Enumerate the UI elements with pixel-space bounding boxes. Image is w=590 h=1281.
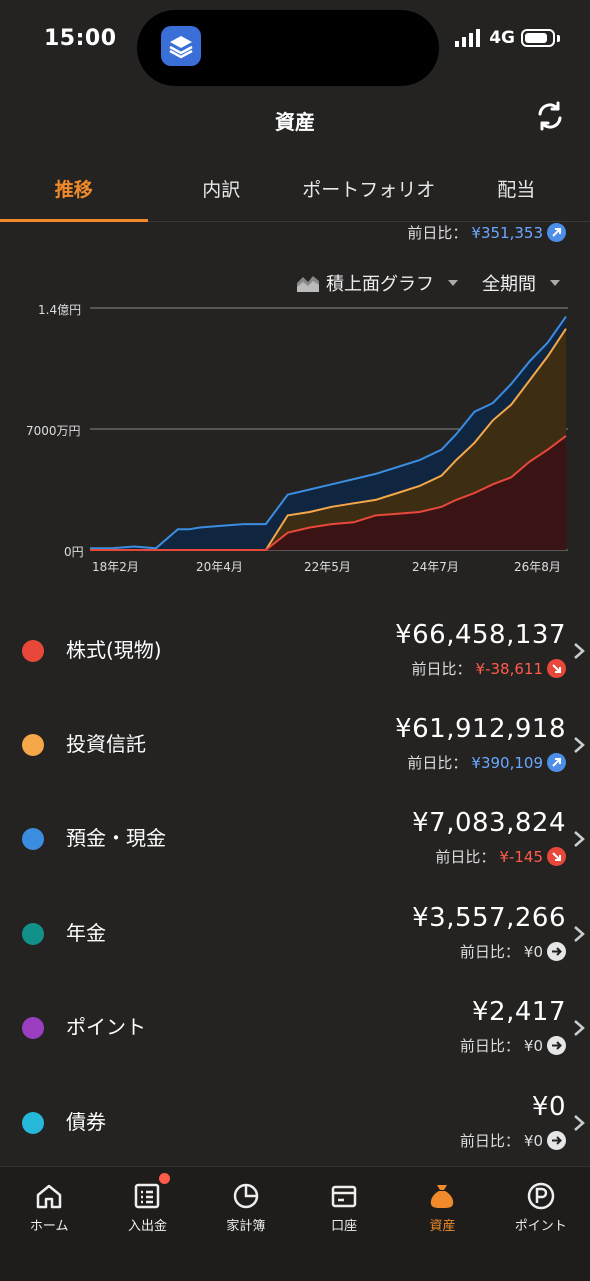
asset-row-cash[interactable]: 預金・現金 ¥7,083,824 前日比：¥-145 xyxy=(0,792,590,886)
x-tick-label: 20年4月 xyxy=(196,558,243,575)
arrow-up-right-icon xyxy=(547,753,566,772)
asset-area-chart[interactable] xyxy=(90,300,570,555)
arrow-up-right-icon xyxy=(547,223,566,242)
tab-trend[interactable]: 推移 xyxy=(0,165,148,221)
app-layers-icon xyxy=(161,26,201,66)
tab-bar: 推移 内訳 ポートフォリオ 配当 xyxy=(0,165,590,222)
asset-row-funds[interactable]: 投資信託 ¥61,912,918 前日比：¥390,109 xyxy=(0,698,590,792)
chevron-right-icon xyxy=(572,830,586,848)
tab-portfolio[interactable]: ポートフォリオ xyxy=(295,165,443,221)
tab-dividends[interactable]: 配当 xyxy=(443,165,590,221)
chart-controls: 積上面グラフ 全期間 xyxy=(296,270,560,296)
y-tick-label: 7000万円 xyxy=(26,422,81,439)
asset-row-bonds[interactable]: 債券 ¥0 前日比：¥0 xyxy=(0,1076,590,1170)
asset-row-points[interactable]: ポイント ¥2,417 前日比：¥0 xyxy=(0,981,590,1075)
arrow-down-right-icon xyxy=(547,847,566,866)
asset-name: 債券 xyxy=(66,1106,106,1135)
nav-label: 入出金 xyxy=(128,1219,167,1234)
point-icon xyxy=(526,1181,556,1211)
asset-name: ポイント xyxy=(66,1011,146,1040)
home-icon xyxy=(34,1181,64,1211)
nav-label: 口座 xyxy=(331,1219,357,1234)
nav-label: 資産 xyxy=(429,1219,455,1234)
color-dot xyxy=(22,828,44,850)
asset-name: 預金・現金 xyxy=(66,822,166,851)
ledger-icon xyxy=(132,1181,162,1211)
chevron-right-icon xyxy=(572,1019,586,1037)
color-dot xyxy=(22,1112,44,1134)
bottom-navigation: ホーム 入出金 家計簿 口座 資産 ポイント xyxy=(0,1166,590,1281)
network-type: 4G xyxy=(489,28,515,48)
asset-row-stocks[interactable]: 株式(現物) ¥66,458,137 前日比：¥-38,611 xyxy=(0,604,590,698)
asset-amount: ¥7,083,824 xyxy=(412,808,566,838)
nav-label: 家計簿 xyxy=(226,1219,265,1234)
nav-label: ポイント xyxy=(515,1219,567,1234)
asset-row-pension[interactable]: 年金 ¥3,557,266 前日比：¥0 xyxy=(0,887,590,981)
arrow-right-icon xyxy=(547,942,566,961)
refresh-icon[interactable] xyxy=(534,100,566,132)
x-tick-label: 26年8月 xyxy=(514,558,561,575)
color-dot xyxy=(22,734,44,756)
color-dot xyxy=(22,923,44,945)
asset-amount: ¥66,458,137 xyxy=(395,620,566,650)
page-title: 資産 xyxy=(0,106,590,135)
nav-assets[interactable]: 資産 xyxy=(393,1167,491,1281)
notification-badge xyxy=(159,1173,170,1184)
x-tick-label: 18年2月 xyxy=(92,558,139,575)
asset-change: 前日比：¥0 xyxy=(460,941,566,962)
nav-household[interactable]: 家計簿 xyxy=(197,1167,295,1281)
color-dot xyxy=(22,1017,44,1039)
asset-amount: ¥2,417 xyxy=(472,997,566,1027)
total-change: 前日比： ¥351,353 xyxy=(407,222,566,243)
asset-change: 前日比：¥-38,611 xyxy=(412,658,566,679)
asset-change: 前日比：¥0 xyxy=(460,1035,566,1056)
arrow-right-icon xyxy=(547,1131,566,1150)
asset-name: 株式(現物) xyxy=(66,634,162,663)
y-tick-label: 0円 xyxy=(64,543,84,560)
chevron-down-icon xyxy=(448,280,458,286)
asset-change: 前日比：¥0 xyxy=(460,1130,566,1151)
chevron-down-icon xyxy=(550,280,560,286)
asset-amount: ¥0 xyxy=(532,1092,566,1122)
nav-home[interactable]: ホーム xyxy=(0,1167,98,1281)
pie-chart-icon xyxy=(231,1181,261,1211)
nav-transactions[interactable]: 入出金 xyxy=(98,1167,196,1281)
chevron-right-icon xyxy=(572,1114,586,1132)
chevron-right-icon xyxy=(572,736,586,754)
money-bag-icon xyxy=(427,1181,457,1211)
nav-accounts[interactable]: 口座 xyxy=(295,1167,393,1281)
asset-amount: ¥3,557,266 xyxy=(412,903,566,933)
nav-label: ホーム xyxy=(30,1219,69,1234)
wallet-icon xyxy=(329,1181,359,1211)
signal-icon xyxy=(455,29,483,47)
change-label: 前日比： xyxy=(407,222,467,243)
nav-points[interactable]: ポイント xyxy=(492,1167,590,1281)
asset-change: 前日比：¥-145 xyxy=(435,846,566,867)
period-selector[interactable]: 全期間 xyxy=(482,270,560,296)
asset-name: 投資信託 xyxy=(66,728,146,757)
chevron-right-icon xyxy=(572,642,586,660)
arrow-down-right-icon xyxy=(547,659,566,678)
asset-name: 年金 xyxy=(66,917,106,946)
x-tick-label: 24年7月 xyxy=(412,558,459,575)
status-indicators: 4G xyxy=(455,28,560,48)
graph-type-label: 積上面グラフ xyxy=(326,270,434,296)
change-value: ¥351,353 xyxy=(471,224,543,242)
asset-amount: ¥61,912,918 xyxy=(395,714,566,744)
graph-type-selector[interactable]: 積上面グラフ xyxy=(296,270,458,296)
tab-breakdown[interactable]: 内訳 xyxy=(148,165,296,221)
period-label: 全期間 xyxy=(482,270,536,296)
battery-icon xyxy=(521,29,555,47)
area-chart-icon xyxy=(296,273,320,293)
asset-change: 前日比：¥390,109 xyxy=(407,752,566,773)
y-tick-label: 1.4億円 xyxy=(38,301,81,318)
color-dot xyxy=(22,640,44,662)
arrow-right-icon xyxy=(547,1036,566,1055)
status-time: 15:00 xyxy=(44,26,117,51)
chevron-right-icon xyxy=(572,925,586,943)
x-tick-label: 22年5月 xyxy=(304,558,351,575)
